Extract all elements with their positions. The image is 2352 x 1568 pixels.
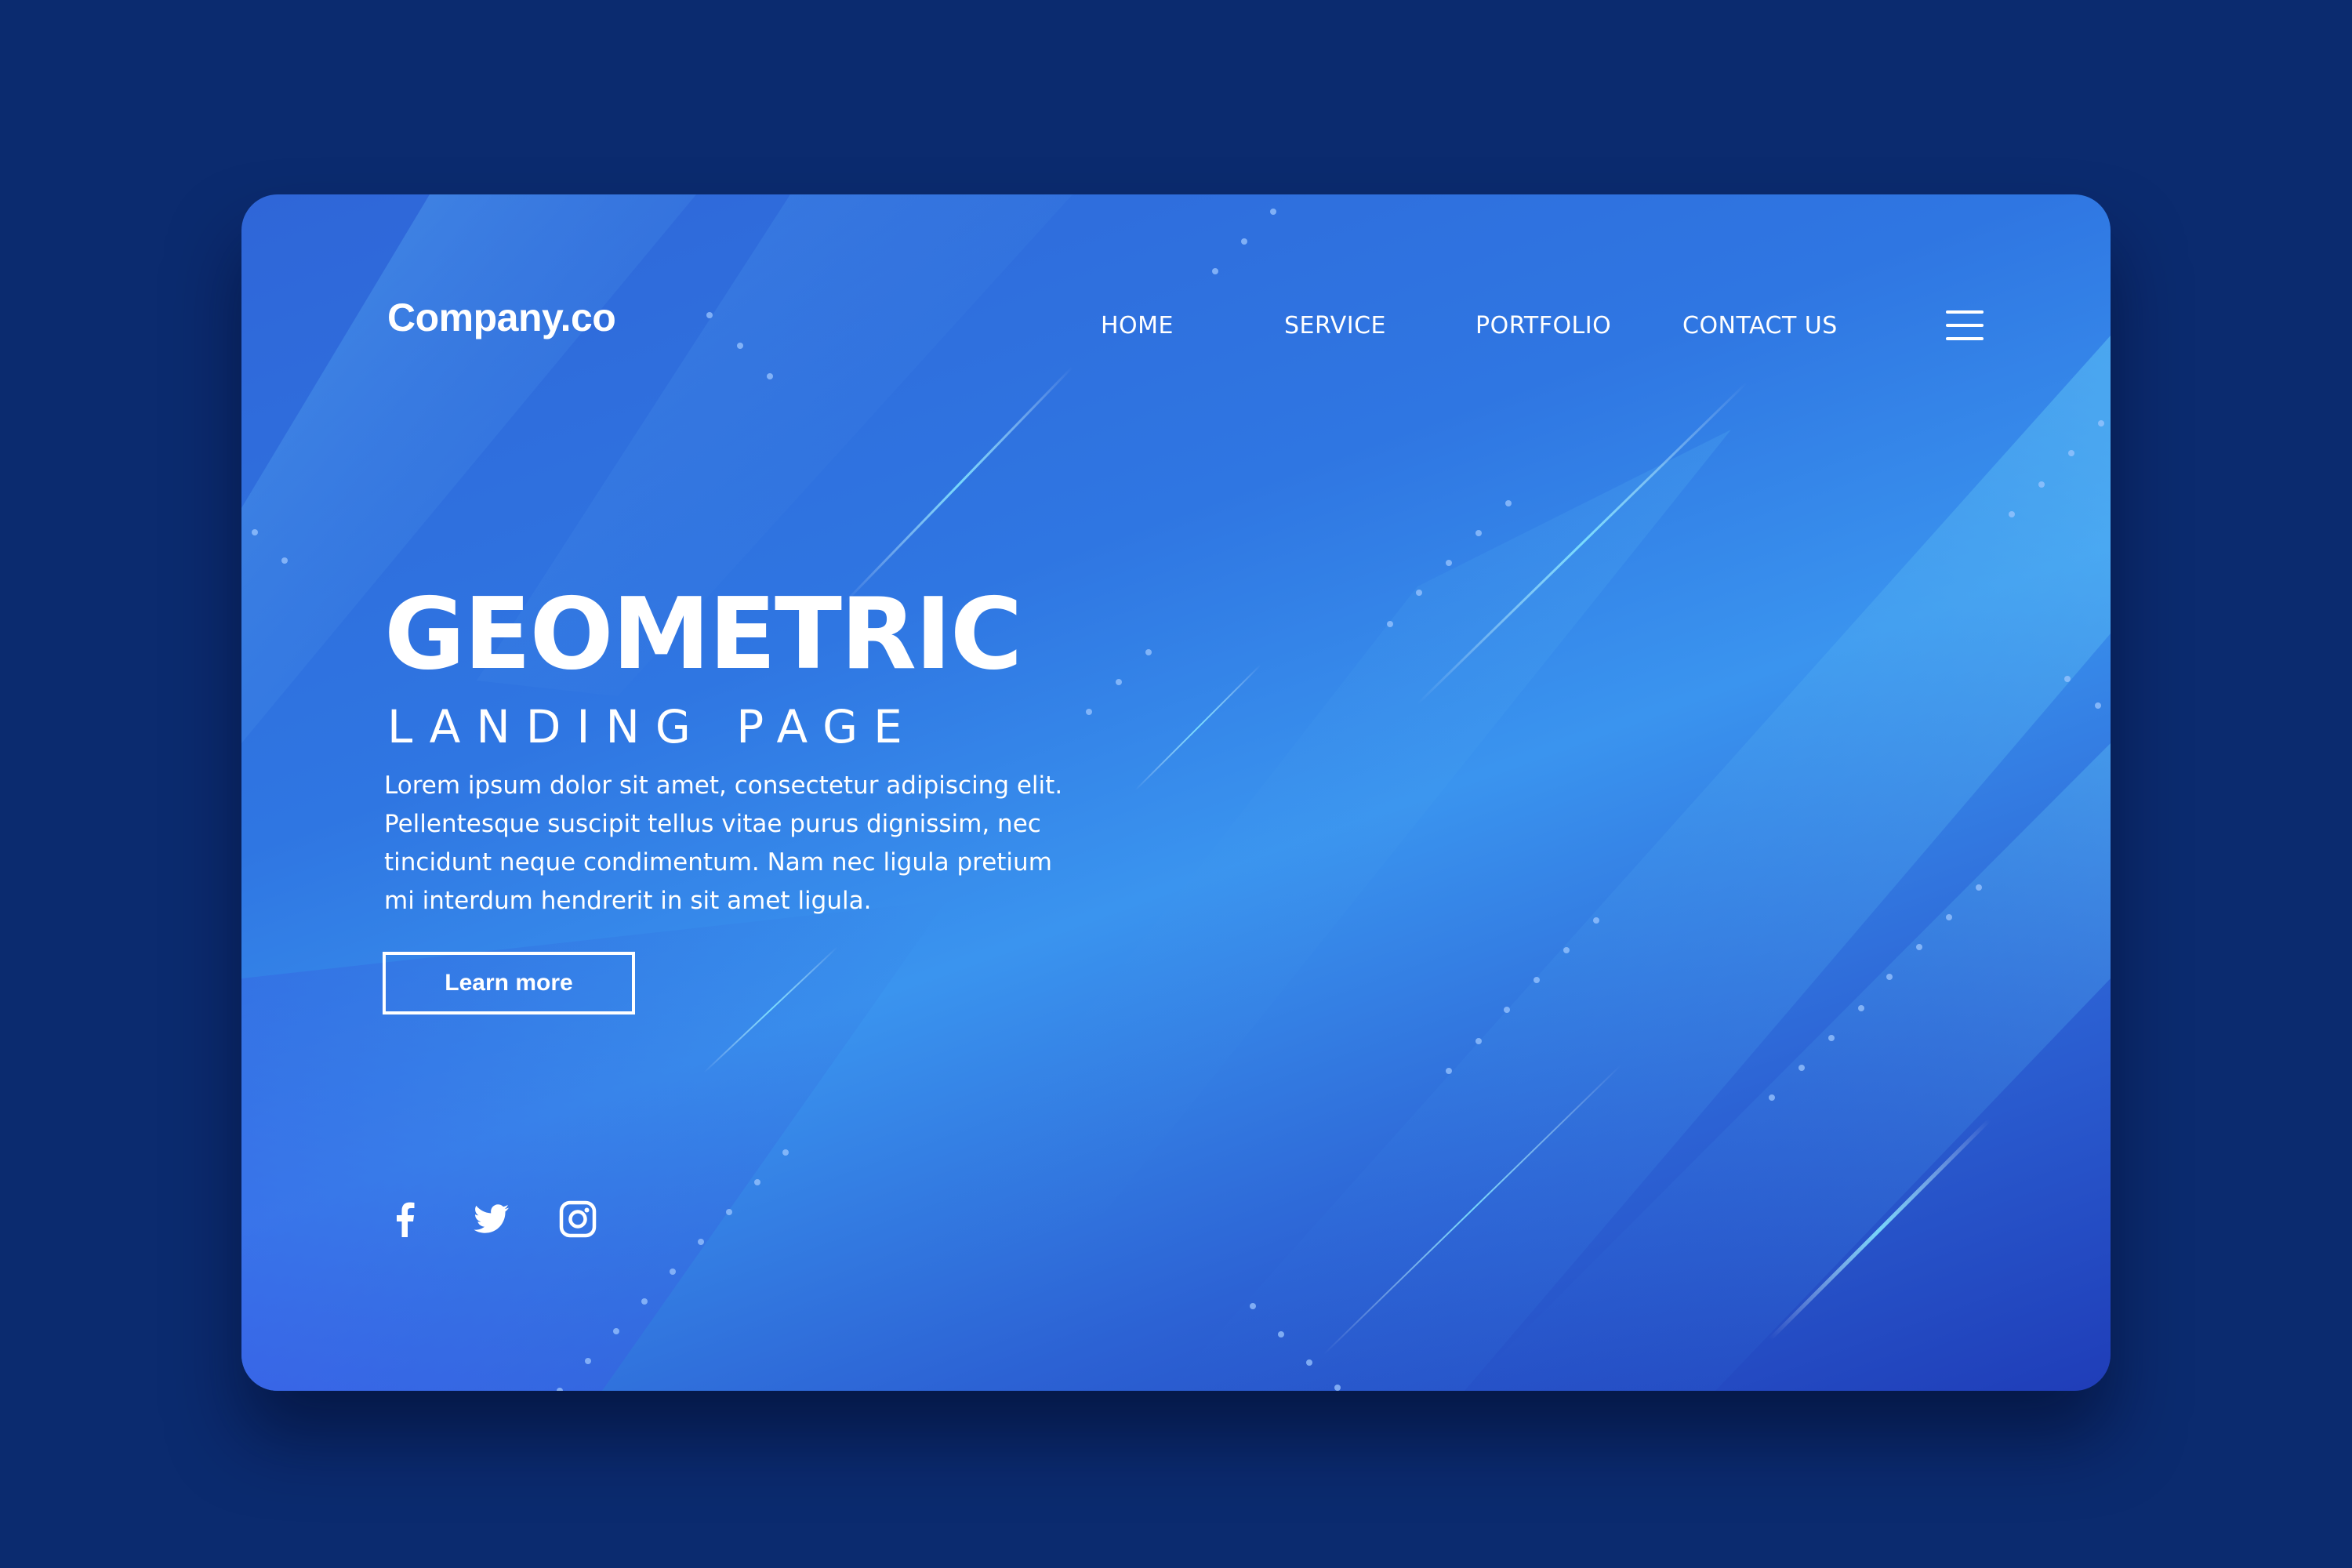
hero-description-line: tincidunt neque condimentum. Nam nec lig… (384, 848, 1052, 877)
hero-title: GEOMETRIC (384, 576, 1022, 691)
main-navigation: HOME SERVICE PORTFOLIO CONTACT US (241, 312, 2111, 359)
hero-description-line: Pellentesque suscipit tellus vitae purus… (384, 810, 1041, 838)
instagram-icon[interactable] (558, 1200, 597, 1239)
landing-card: Company.co HOME SERVICE PORTFOLIO CONTAC… (241, 194, 2111, 1391)
facebook-icon[interactable] (386, 1200, 425, 1239)
hero-description: Lorem ipsum dolor sit amet, consectetur … (384, 767, 1074, 920)
hero-subtitle: LANDING PAGE (387, 700, 918, 753)
nav-contact-us[interactable]: CONTACT US (1682, 312, 1838, 339)
twitter-icon[interactable] (472, 1200, 511, 1239)
nav-portfolio[interactable]: PORTFOLIO (1475, 312, 1611, 339)
hamburger-menu-icon[interactable] (1946, 310, 1984, 342)
light-streak (1134, 664, 1261, 791)
learn-more-button[interactable]: Learn more (383, 952, 635, 1014)
nav-service[interactable]: SERVICE (1284, 312, 1386, 339)
hero-description-line: mi interdum hendrerit in sit amet ligula… (384, 887, 872, 915)
page-background: Company.co HOME SERVICE PORTFOLIO CONTAC… (0, 0, 2352, 1568)
hero-description-line: Lorem ipsum dolor sit amet, consectetur … (384, 771, 1063, 800)
nav-home[interactable]: HOME (1101, 312, 1174, 339)
light-streak (1416, 381, 1748, 706)
